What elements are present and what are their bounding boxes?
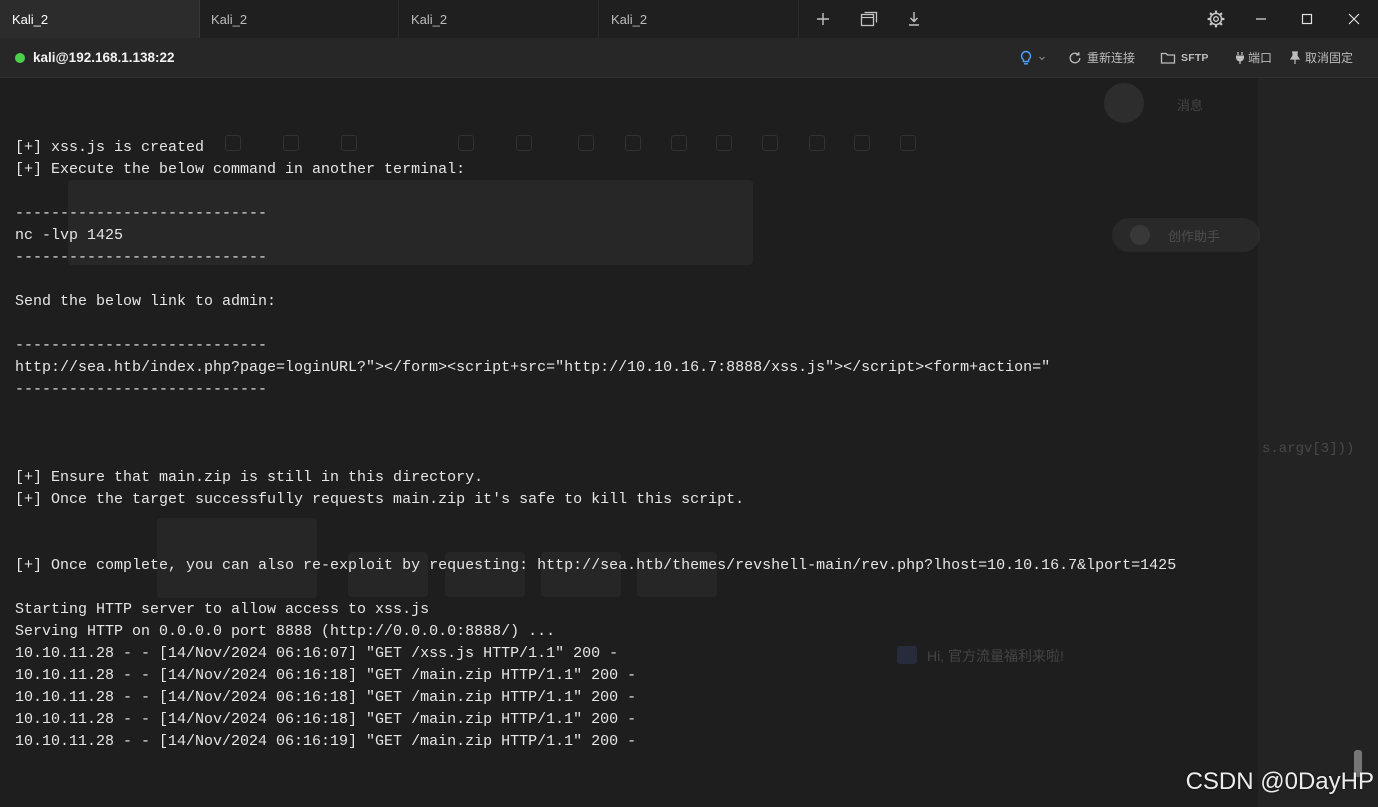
terminal-line: http://sea.htb/index.php?page=loginURL?"… bbox=[15, 359, 1051, 376]
terminal-app-window: Kali_2 Kali_2 Kali_2 Kali_2 kali@192.168… bbox=[0, 0, 1378, 807]
session-bar: kali@192.168.1.138:22 重新连接 SFTP 端口 取消固定 bbox=[0, 38, 1378, 78]
reconnect-label: 重新连接 bbox=[1087, 51, 1136, 65]
new-tab-button[interactable] bbox=[808, 0, 838, 38]
terminal-line: ---------------------------- bbox=[15, 337, 268, 354]
plug-icon bbox=[1236, 52, 1244, 64]
reconnect-button[interactable]: 重新连接 bbox=[1068, 49, 1135, 67]
terminal-line: 10.10.11.28 - - [14/Nov/2024 06:16:18] "… bbox=[15, 689, 637, 706]
window-list-button[interactable] bbox=[854, 0, 884, 38]
pin-icon bbox=[1290, 51, 1300, 64]
terminal-line: ---------------------------- bbox=[15, 249, 268, 266]
chevron-down-icon bbox=[1039, 56, 1045, 61]
refresh-icon bbox=[1069, 52, 1081, 64]
port-button[interactable]: 端口 bbox=[1234, 49, 1272, 67]
terminal-line: [+] Once complete, you can also re-explo… bbox=[15, 557, 1177, 574]
tab-kali-2-2[interactable]: Kali_2 bbox=[199, 0, 399, 38]
gear-icon bbox=[1207, 10, 1225, 28]
download-icon bbox=[909, 12, 919, 26]
tab-label: Kali_2 bbox=[411, 11, 448, 27]
terminal-output[interactable]: [+] xss.js is created [+] Execute the bel… bbox=[0, 78, 1378, 807]
sftp-button[interactable]: SFTP bbox=[1160, 49, 1209, 67]
tab-label: Kali_2 bbox=[12, 11, 49, 27]
terminal-line: Starting HTTP server to allow access to … bbox=[15, 601, 430, 618]
plus-icon bbox=[817, 13, 829, 25]
port-label: 端口 bbox=[1248, 51, 1273, 65]
lightbulb-icon bbox=[1020, 50, 1032, 65]
close-icon bbox=[1348, 13, 1360, 25]
terminal-line: nc -lvp 1425 bbox=[15, 227, 124, 244]
download-button[interactable] bbox=[899, 0, 929, 38]
terminal-line: [+] Once the target successfully request… bbox=[15, 491, 745, 508]
minimize-button[interactable] bbox=[1246, 0, 1276, 38]
tab-label: Kali_2 bbox=[611, 11, 648, 27]
maximize-icon bbox=[1301, 13, 1313, 25]
terminal-line: 10.10.11.28 - - [14/Nov/2024 06:16:07] "… bbox=[15, 645, 619, 662]
terminal-line: 10.10.11.28 - - [14/Nov/2024 06:16:18] "… bbox=[15, 711, 637, 728]
terminal-line: [+] Execute the below command in another… bbox=[15, 161, 466, 178]
terminal-line: Send the below link to admin: bbox=[15, 293, 277, 310]
terminal-line: ---------------------------- bbox=[15, 381, 268, 398]
session-host: kali@192.168.1.138:22 bbox=[33, 50, 175, 65]
maximize-button[interactable] bbox=[1292, 0, 1322, 38]
csdn-watermark: CSDN @0DayHP bbox=[1185, 768, 1374, 795]
unpin-label: 取消固定 bbox=[1305, 51, 1354, 65]
hint-button[interactable] bbox=[1019, 49, 1047, 67]
terminal-line: 10.10.11.28 - - [14/Nov/2024 06:16:18] "… bbox=[15, 667, 637, 684]
folder-icon bbox=[1160, 52, 1176, 64]
unpin-button[interactable]: 取消固定 bbox=[1290, 49, 1353, 67]
terminal-line: [+] Ensure that main.zip is still in thi… bbox=[15, 469, 484, 486]
tab-label: Kali_2 bbox=[211, 11, 248, 27]
connection-status-dot bbox=[15, 53, 25, 63]
close-button[interactable] bbox=[1339, 0, 1369, 38]
settings-button[interactable] bbox=[1201, 0, 1231, 38]
tab-kali-2-3[interactable]: Kali_2 bbox=[399, 0, 599, 38]
terminal-line: Serving HTTP on 0.0.0.0 port 8888 (http:… bbox=[15, 623, 556, 640]
terminal-line: ---------------------------- bbox=[15, 205, 268, 222]
terminal-panel: 消息 创作助手 s.argv[3])) Hi, 官方流量福利来啦! [+] xs… bbox=[0, 78, 1378, 807]
tab-bar: Kali_2 Kali_2 Kali_2 Kali_2 bbox=[0, 0, 1378, 38]
sftp-label: SFTP bbox=[1181, 52, 1209, 64]
minimize-icon bbox=[1256, 18, 1266, 20]
tab-kali-2-4[interactable]: Kali_2 bbox=[599, 0, 799, 38]
terminal-line: [+] xss.js is created bbox=[15, 139, 205, 156]
window-stack-icon bbox=[860, 11, 878, 27]
terminal-line: 10.10.11.28 - - [14/Nov/2024 06:16:19] "… bbox=[15, 733, 637, 750]
tab-kali-2-1[interactable]: Kali_2 bbox=[0, 0, 200, 38]
